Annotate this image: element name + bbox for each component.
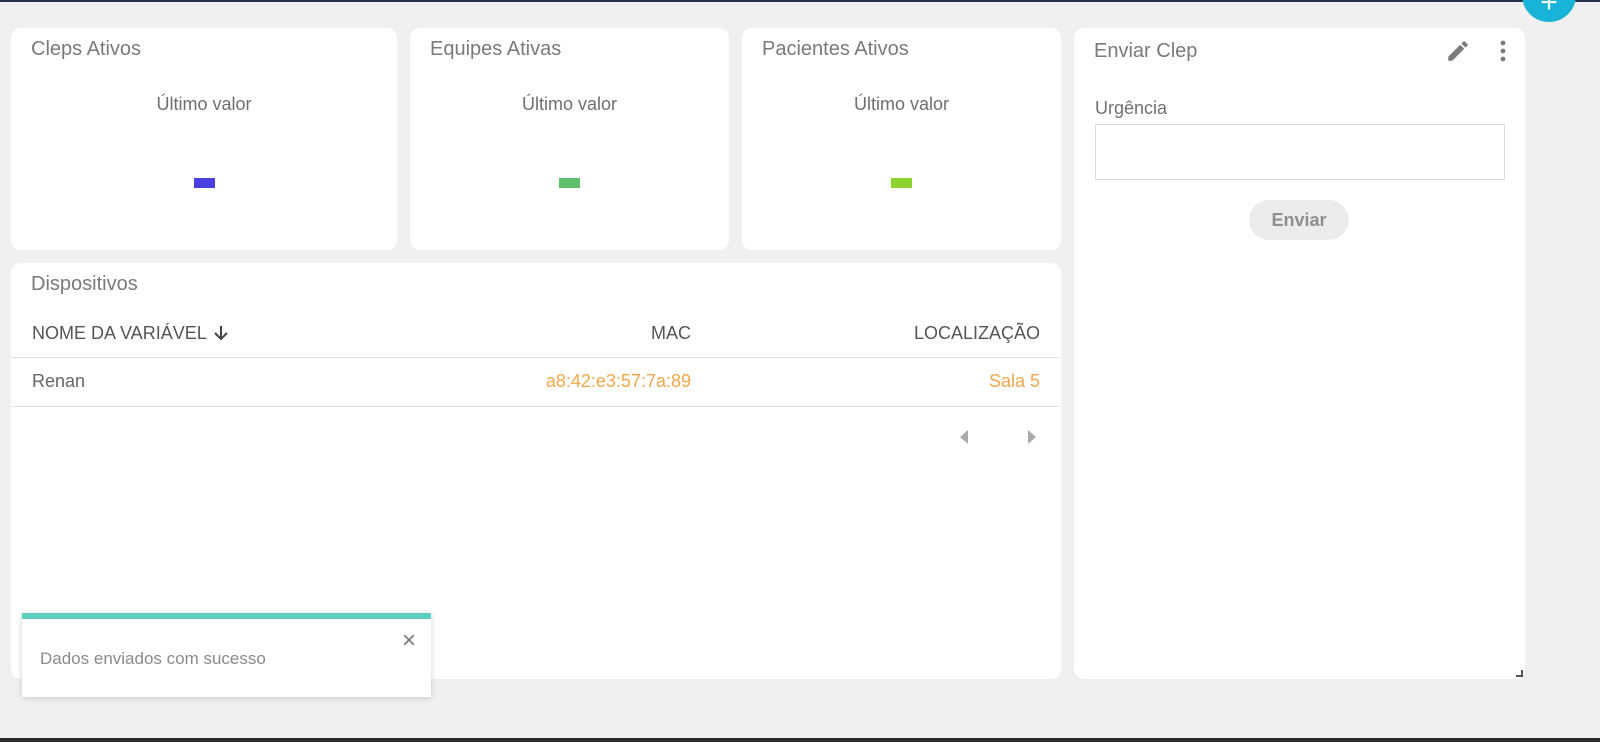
enviar-clep-title: Enviar Clep	[1094, 40, 1198, 62]
toast-message: Dados enviados com sucesso	[40, 649, 266, 668]
kpi-value-placeholder	[891, 178, 912, 188]
previous-page-icon[interactable]	[957, 429, 971, 445]
cell-mac: a8:42:e3:57:7a:89	[545, 371, 691, 391]
next-page-icon[interactable]	[1025, 429, 1039, 445]
kpi-card-equipes: Equipes Ativas Último valor	[410, 28, 729, 250]
top-border	[0, 0, 1600, 2]
kpi-title: Cleps Ativos	[31, 38, 142, 60]
more-vertical-icon[interactable]	[1493, 38, 1513, 64]
kpi-label: Último valor	[853, 94, 950, 114]
resize-handle[interactable]	[1516, 670, 1523, 677]
kpi-title: Equipes Ativas	[430, 38, 562, 60]
kpi-value-placeholder	[559, 178, 580, 188]
kpi-label: Último valor	[521, 94, 618, 114]
cell-name: Renan	[32, 371, 86, 391]
bottom-border	[0, 738, 1600, 742]
column-header-location[interactable]: LOCALIZAÇÃO	[914, 323, 1040, 344]
urgencia-input[interactable]	[1095, 124, 1505, 180]
row-divider	[11, 406, 1060, 407]
urgencia-label: Urgência	[1095, 98, 1168, 118]
devices-title: Dispositivos	[31, 273, 138, 295]
kpi-label: Último valor	[156, 94, 252, 114]
success-toast: Dados enviados com sucesso ×	[22, 613, 431, 697]
kpi-title: Pacientes Ativos	[762, 38, 909, 60]
column-header-mac[interactable]: MAC	[651, 323, 691, 344]
toast-accent-bar	[22, 613, 431, 619]
send-button[interactable]: Enviar	[1249, 200, 1349, 240]
kpi-card-pacientes: Pacientes Ativos Último valor	[742, 28, 1061, 250]
pencil-icon[interactable]	[1445, 38, 1471, 64]
column-header-label: NOME DA VARIÁVEL	[32, 323, 207, 343]
enviar-clep-card: Enviar Clep Urgência Enviar	[1074, 28, 1525, 679]
cell-location: Sala 5	[988, 371, 1040, 391]
header-divider	[11, 357, 1060, 358]
kpi-card-cleps: Cleps Ativos Último valor	[11, 28, 397, 250]
column-header-name[interactable]: NOME DA VARIÁVEL	[32, 323, 229, 344]
close-icon[interactable]: ×	[399, 629, 419, 653]
arrow-down-icon	[214, 326, 228, 341]
add-fab-button[interactable]: +	[1522, 0, 1576, 22]
kpi-value-placeholder	[194, 178, 215, 188]
